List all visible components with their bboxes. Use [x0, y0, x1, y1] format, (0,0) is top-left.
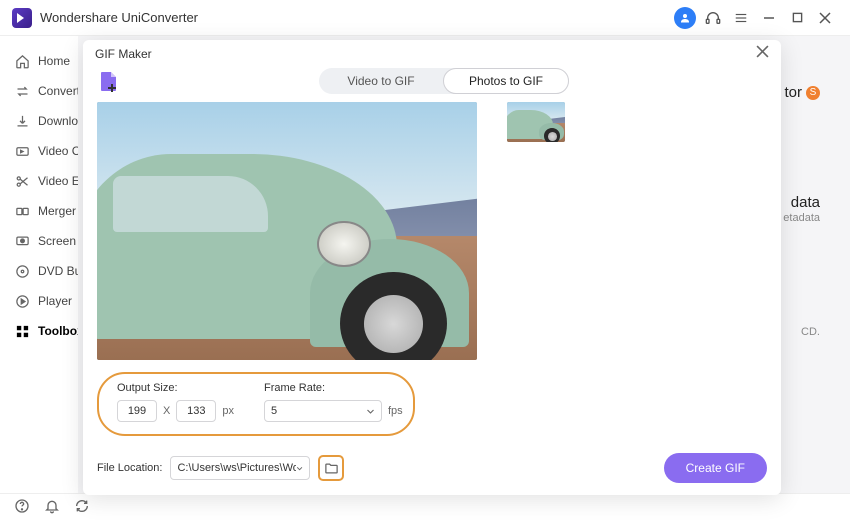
sidebar-item-label: Downloader [38, 114, 78, 128]
home-icon [14, 53, 30, 69]
bg-text: CD. [801, 326, 820, 338]
modal-header: GIF Maker [83, 40, 781, 68]
fps-label: fps [388, 405, 403, 417]
bg-text: torS [784, 84, 820, 101]
sidebar-item-label: Player [38, 294, 72, 308]
sidebar-item-merger[interactable]: Merger [0, 196, 78, 226]
close-icon [756, 45, 769, 58]
px-label: px [222, 405, 234, 417]
thumbnail-item[interactable] [507, 102, 565, 142]
sidebar-item-label: Screen Recorder [38, 234, 78, 248]
mode-tabs: Video to GIF Photos to GIF [319, 68, 569, 94]
maximize-icon [792, 12, 803, 23]
merge-icon [14, 203, 30, 219]
user-account-button[interactable] [672, 5, 698, 31]
close-icon [819, 12, 831, 24]
sidebar-item-dvd[interactable]: DVD Burner [0, 256, 78, 286]
browse-folder-button[interactable] [318, 455, 344, 481]
sidebar-item-label: DVD Burner [38, 264, 78, 278]
file-location-label: File Location: [97, 462, 162, 474]
sidebar-item-label: Toolbox [38, 324, 78, 338]
file-location-select[interactable]: C:\Users\ws\Pictures\Wonders [170, 456, 310, 480]
close-window-button[interactable] [812, 5, 838, 31]
sidebar-item-player[interactable]: Player [0, 286, 78, 316]
sidebar-item-label: Home [38, 54, 70, 68]
frame-rate-value: 5 [271, 405, 277, 417]
tab-video-to-gif[interactable]: Video to GIF [319, 68, 443, 94]
add-file-button[interactable] [97, 69, 121, 93]
disc-icon [14, 263, 30, 279]
statusbar [0, 493, 850, 523]
sidebar-item-editor[interactable]: Video Editor [0, 166, 78, 196]
badge-icon: S [806, 86, 820, 100]
scissors-icon [14, 173, 30, 189]
bg-text: etadata [783, 212, 820, 224]
compress-icon [14, 143, 30, 159]
sidebar-item-label: Merger [38, 204, 76, 218]
menu-button[interactable] [728, 5, 754, 31]
modal-toolbar: Video to GIF Photos to GIF [97, 68, 767, 94]
sidebar-item-converter[interactable]: Converter [0, 76, 78, 106]
modal-title: GIF Maker [95, 47, 152, 61]
tab-photos-to-gif[interactable]: Photos to GIF [443, 68, 569, 94]
sidebar-item-label: Video Compressor [38, 144, 78, 158]
frame-rate-select[interactable]: 5 [264, 400, 382, 422]
app-title: Wondershare UniConverter [40, 10, 198, 25]
minimize-button[interactable] [756, 5, 782, 31]
convert-icon [14, 83, 30, 99]
output-settings-panel: Output Size: X px Frame Rate: 5 [97, 372, 415, 436]
sidebar-item-label: Converter [38, 84, 78, 98]
menu-icon [734, 11, 748, 25]
sidebar-item-compressor[interactable]: Video Compressor [0, 136, 78, 166]
support-button[interactable] [700, 5, 726, 31]
sidebar: Home Converter Downloader Video Compress… [0, 36, 78, 493]
modal-footer: File Location: C:\Users\ws\Pictures\Wond… [97, 445, 767, 483]
file-location-value: C:\Users\ws\Pictures\Wonders [177, 462, 296, 474]
sidebar-item-toolbox[interactable]: Toolbox [0, 316, 78, 346]
modal-close-button[interactable] [756, 45, 769, 63]
maximize-button[interactable] [784, 5, 810, 31]
notifications-button[interactable] [44, 498, 60, 519]
minimize-icon [763, 12, 775, 24]
output-size-label: Output Size: [117, 382, 234, 394]
sidebar-item-label: Video Editor [38, 174, 78, 188]
file-add-icon [97, 69, 121, 93]
output-width-input[interactable] [117, 400, 157, 422]
x-separator: X [163, 405, 170, 417]
user-icon [674, 7, 696, 29]
chevron-down-icon [296, 464, 303, 473]
chevron-down-icon [366, 407, 375, 416]
grid-icon [14, 323, 30, 339]
gif-maker-modal: GIF Maker Video to GIF Photos to GIF [83, 40, 781, 495]
sidebar-item-recorder[interactable]: Screen Recorder [0, 226, 78, 256]
titlebar: Wondershare UniConverter [0, 0, 850, 36]
sidebar-item-home[interactable]: Home [0, 46, 78, 76]
frame-rate-label: Frame Rate: [264, 382, 403, 394]
help-button[interactable] [14, 498, 30, 519]
create-gif-button[interactable]: Create GIF [664, 453, 767, 483]
refresh-button[interactable] [74, 498, 90, 519]
bg-text: data [791, 194, 820, 211]
record-icon [14, 233, 30, 249]
headset-icon [705, 10, 721, 26]
sidebar-item-downloader[interactable]: Downloader [0, 106, 78, 136]
preview-image [97, 102, 477, 360]
download-icon [14, 113, 30, 129]
play-icon [14, 293, 30, 309]
folder-icon [324, 461, 339, 476]
app-logo-icon [12, 8, 32, 28]
output-height-input[interactable] [176, 400, 216, 422]
